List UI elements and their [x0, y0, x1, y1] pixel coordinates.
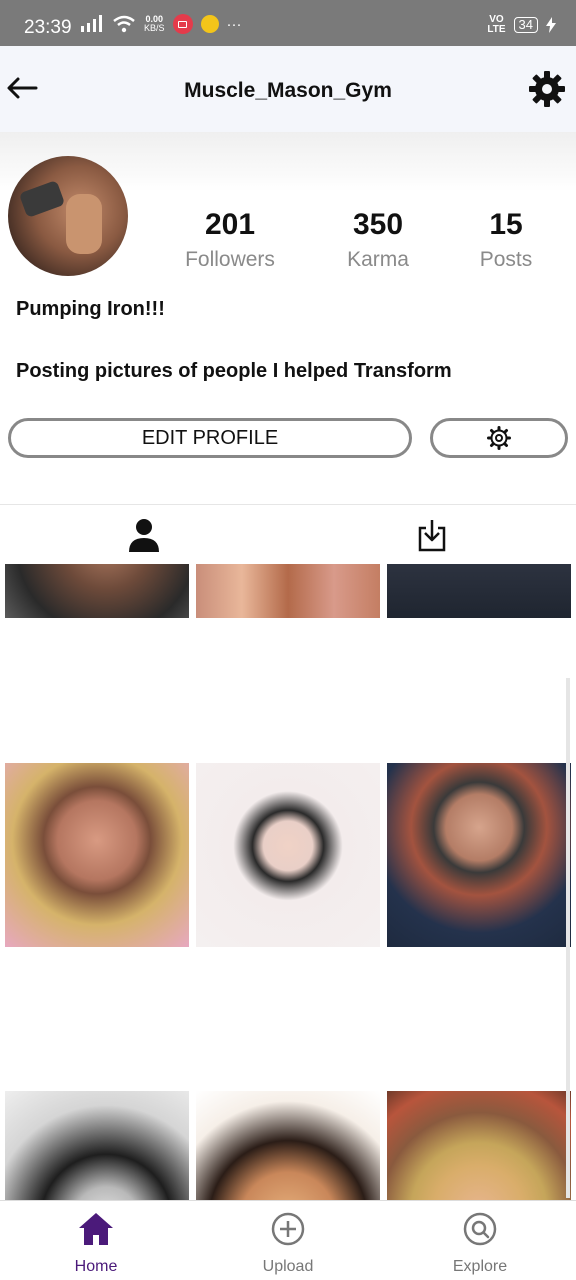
profile-tabs	[0, 504, 576, 564]
stat-karma[interactable]: 350 Karma	[318, 208, 438, 272]
net-speed: 0.00 KB/S	[144, 15, 165, 33]
signal-icon	[81, 15, 102, 32]
post-thumbnail[interactable]	[387, 1091, 571, 1200]
person-icon	[129, 519, 159, 552]
stat-posts[interactable]: 15 Posts	[456, 208, 556, 272]
download-icon	[418, 520, 446, 552]
profile-avatar[interactable]	[8, 156, 128, 276]
charging-icon	[546, 17, 556, 33]
bio-line-2: Posting pictures of people I helped Tran…	[16, 360, 452, 382]
nav-home[interactable]: Home	[36, 1211, 156, 1276]
screen-record-icon	[172, 14, 193, 34]
battery-icon: 34	[513, 17, 538, 33]
bulb-icon	[200, 15, 219, 33]
nav-upload[interactable]: Upload	[228, 1211, 348, 1276]
plus-circle-icon	[271, 1212, 305, 1246]
posts-count: 15	[489, 208, 523, 241]
page-title: Muscle_Mason_Gym	[184, 79, 392, 102]
nav-explore-label: Explore	[452, 1258, 508, 1275]
network-type-bottom: LTE	[487, 24, 506, 35]
bottom-navigation: Home Upload Explore	[0, 1200, 576, 1280]
more-notifications-indicator: ···	[226, 15, 242, 33]
post-thumbnail[interactable]	[196, 1091, 380, 1200]
grid-scrollbar[interactable]	[566, 678, 570, 1198]
profile-settings-button[interactable]	[430, 418, 568, 458]
profile-header: 201 Followers 350 Karma 15 Posts Pumping…	[0, 132, 576, 502]
net-speed-unit: KB/S	[144, 23, 165, 33]
tab-saved[interactable]	[288, 505, 576, 565]
nav-home-label: Home	[74, 1258, 118, 1275]
karma-label: Karma	[347, 248, 409, 271]
network-type: VO LTE	[487, 15, 505, 35]
battery-level: 34	[518, 17, 533, 32]
nav-explore[interactable]: Explore	[420, 1211, 540, 1276]
post-thumbnail[interactable]	[5, 1091, 189, 1200]
post-thumbnail[interactable]	[5, 564, 189, 618]
post-thumbnail[interactable]	[387, 763, 571, 947]
followers-label: Followers	[185, 248, 275, 271]
status-bar: 23:39 0.00 KB/S ··· VO LTE 34	[0, 0, 576, 46]
post-thumbnail[interactable]	[5, 763, 189, 947]
karma-count: 350	[352, 208, 404, 241]
posts-label: Posts	[479, 248, 533, 271]
followers-count: 201	[204, 208, 256, 241]
wifi-icon	[113, 15, 135, 33]
photo-grid	[0, 564, 576, 1200]
post-thumbnail[interactable]	[387, 564, 571, 618]
home-icon	[79, 1213, 113, 1245]
gear-icon[interactable]	[528, 70, 566, 108]
status-time: 23:39	[24, 17, 72, 38]
post-thumbnail[interactable]	[196, 564, 380, 618]
post-thumbnail[interactable]	[196, 763, 380, 947]
nav-upload-label: Upload	[262, 1258, 314, 1275]
bio-line-1: Pumping Iron!!!	[16, 298, 165, 320]
stat-followers[interactable]: 201 Followers	[170, 208, 290, 272]
edit-profile-button[interactable]: EDIT PROFILE	[8, 418, 412, 458]
tab-posts[interactable]	[0, 505, 288, 565]
settings-gear-icon	[487, 426, 511, 450]
top-app-bar: Muscle_Mason_Gym	[0, 46, 576, 132]
search-circle-icon	[463, 1212, 497, 1246]
